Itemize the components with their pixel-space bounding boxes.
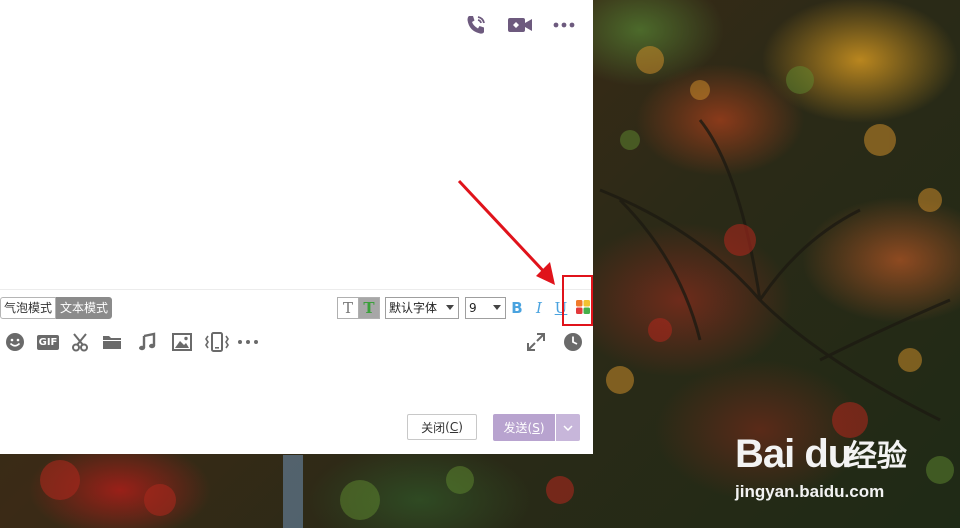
bubble-mode-button[interactable]: 气泡模式 <box>0 297 57 319</box>
send-button[interactable]: 发送(S) <box>493 414 555 441</box>
send-button-label: 发送 <box>503 421 528 435</box>
chat-window: 气泡模式 文本模式 T T 默认字体 9 B I U GIF 关闭 (C) … <box>0 0 593 454</box>
colorful-text-button[interactable]: T <box>359 298 379 318</box>
folder-icon[interactable] <box>100 330 124 354</box>
more-options-icon[interactable] <box>549 12 579 38</box>
watermark-logo-cn: 经验 <box>847 439 907 474</box>
close-button[interactable]: 关闭(C) <box>407 414 477 440</box>
image-icon[interactable] <box>170 330 194 354</box>
chevron-down-icon <box>563 424 573 431</box>
font-size-value: 9 <box>469 301 477 315</box>
scissors-icon[interactable] <box>68 330 92 354</box>
music-icon[interactable] <box>135 330 159 354</box>
watermark-logo-text: Bai du <box>735 432 852 476</box>
input-toolbar: GIF <box>0 330 593 354</box>
italic-button[interactable]: I <box>530 297 548 319</box>
chevron-down-icon <box>493 305 501 310</box>
text-style-toggle: T T <box>337 297 380 319</box>
annotation-highlight-box <box>562 275 593 326</box>
chat-header-actions <box>461 12 579 38</box>
history-clock-icon[interactable] <box>561 330 585 354</box>
mode-switch: 气泡模式 文本模式 <box>0 297 113 319</box>
close-shortcut-key: C <box>449 420 459 434</box>
message-input[interactable] <box>0 358 593 408</box>
send-options-dropdown[interactable] <box>556 414 580 441</box>
emoji-icon[interactable] <box>3 330 27 354</box>
font-family-value: 默认字体 <box>389 301 438 315</box>
video-call-icon[interactable] <box>505 12 535 38</box>
format-bar: 气泡模式 文本模式 T T 默认字体 9 B I U <box>0 297 593 319</box>
font-size-select[interactable]: 9 <box>465 297 506 319</box>
plain-text-button[interactable]: T <box>338 298 359 318</box>
font-family-select[interactable]: 默认字体 <box>385 297 459 319</box>
expand-icon[interactable] <box>524 330 548 354</box>
baidu-jingyan-watermark: Bai du 经验 jingyan.baidu.com <box>735 432 915 512</box>
send-shortcut-key: S <box>532 420 540 435</box>
input-divider <box>0 289 593 290</box>
shake-window-icon[interactable] <box>204 330 230 354</box>
chevron-down-icon <box>446 305 454 310</box>
watermark-url: jingyan.baidu.com <box>735 482 885 501</box>
bold-button[interactable]: B <box>508 297 526 319</box>
gif-icon[interactable]: GIF <box>35 330 61 354</box>
voice-call-icon[interactable] <box>461 12 491 38</box>
close-button-label: 关闭 <box>421 420 446 435</box>
more-tools-icon[interactable] <box>236 330 260 354</box>
text-mode-button[interactable]: 文本模式 <box>56 297 113 319</box>
